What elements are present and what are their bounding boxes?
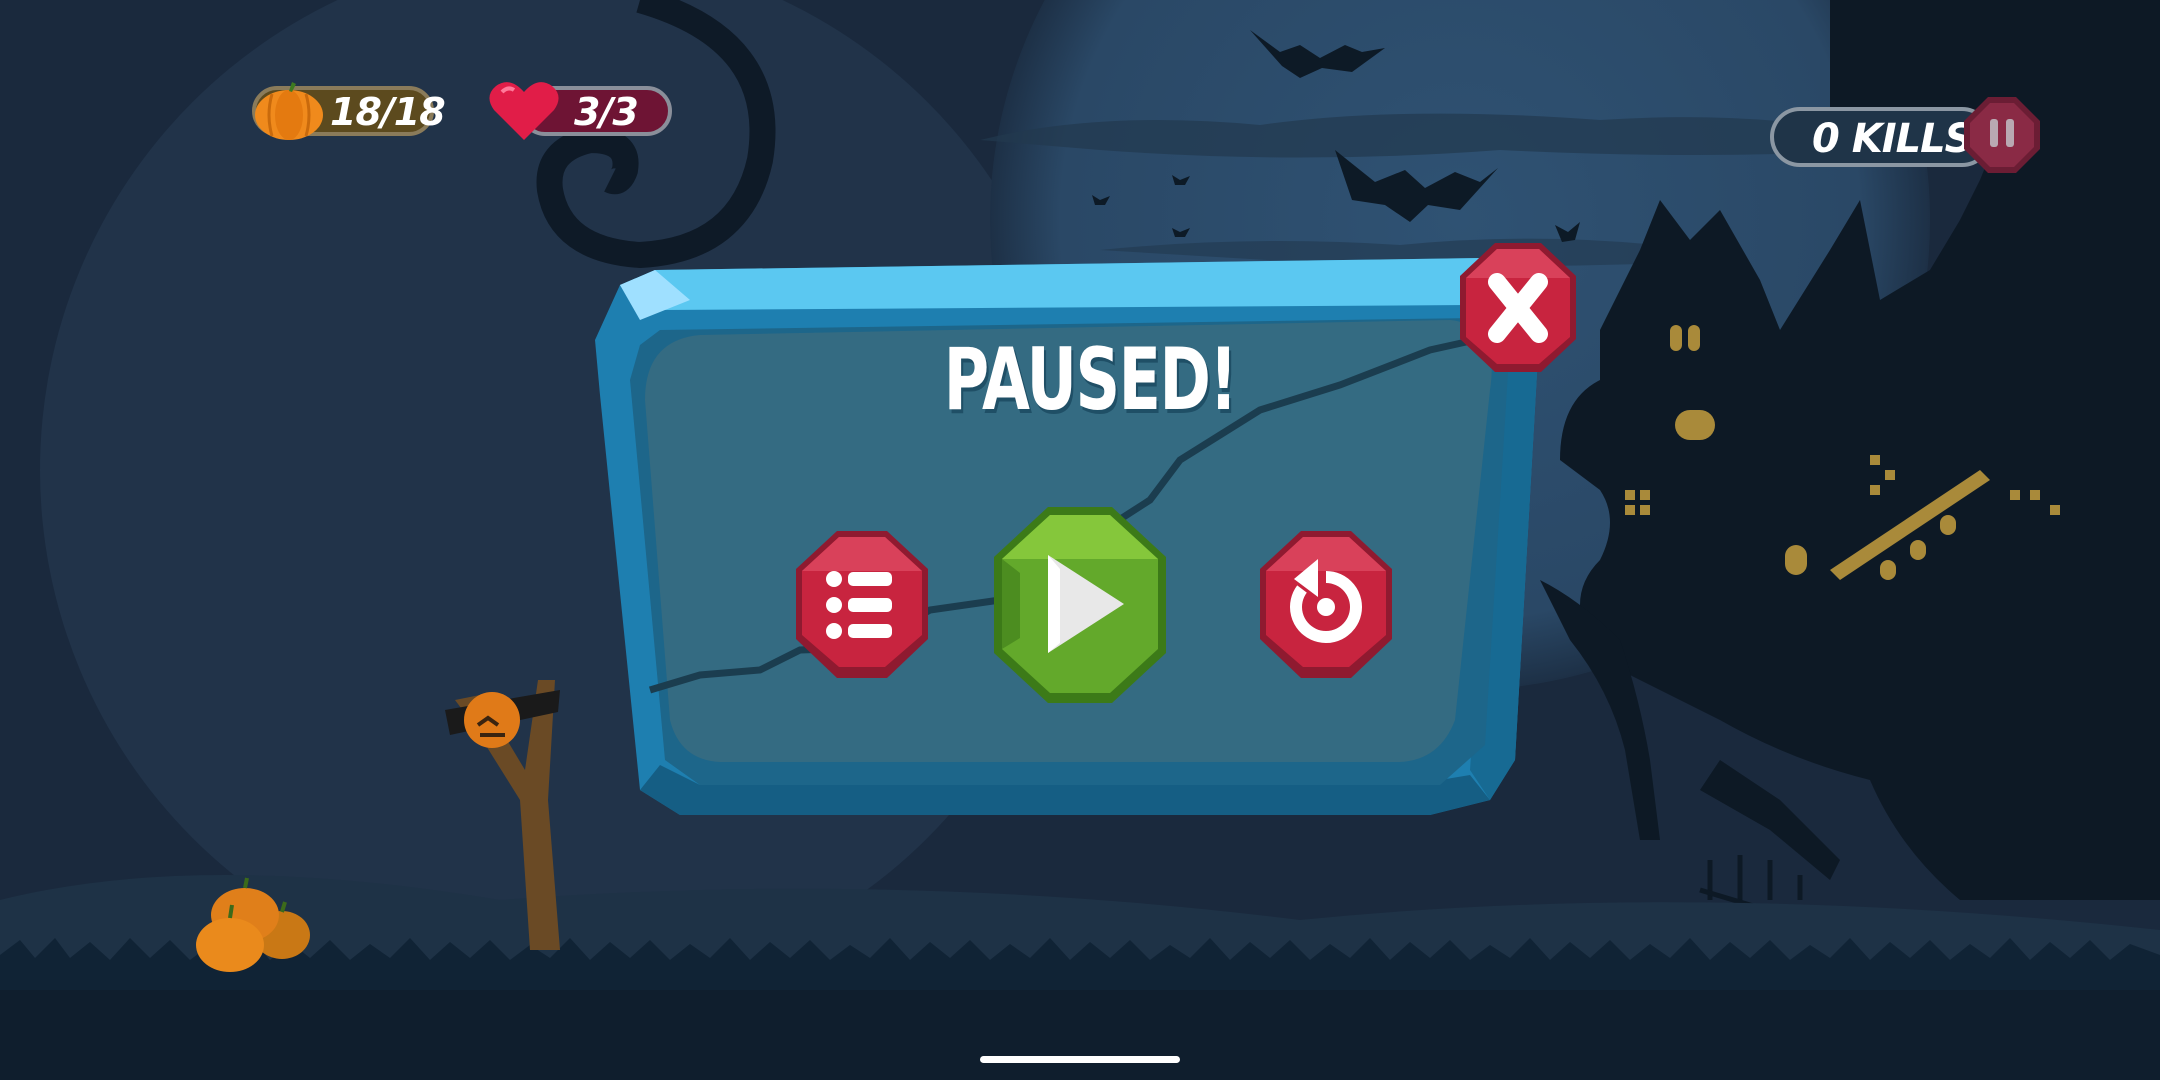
menu-button[interactable] <box>792 527 932 682</box>
restart-button[interactable] <box>1256 527 1396 682</box>
lives-count-label: 3/3 <box>574 90 639 134</box>
pumpkin-icon <box>255 82 323 140</box>
close-button[interactable] <box>1457 240 1579 375</box>
game-screen: 18/18 3/3 0 KILLS PAUSED! <box>0 0 2160 1080</box>
heart-icon <box>489 82 559 140</box>
pumpkin-count-label: 18/18 <box>330 90 446 134</box>
list-icon <box>826 571 892 639</box>
resume-button[interactable] <box>990 503 1170 708</box>
pause-button[interactable] <box>1962 95 2042 175</box>
kills-label: 0 KILLS <box>1812 116 1973 162</box>
kills-counter: 0 KILLS <box>1770 107 1992 167</box>
home-indicator <box>980 1056 1180 1063</box>
